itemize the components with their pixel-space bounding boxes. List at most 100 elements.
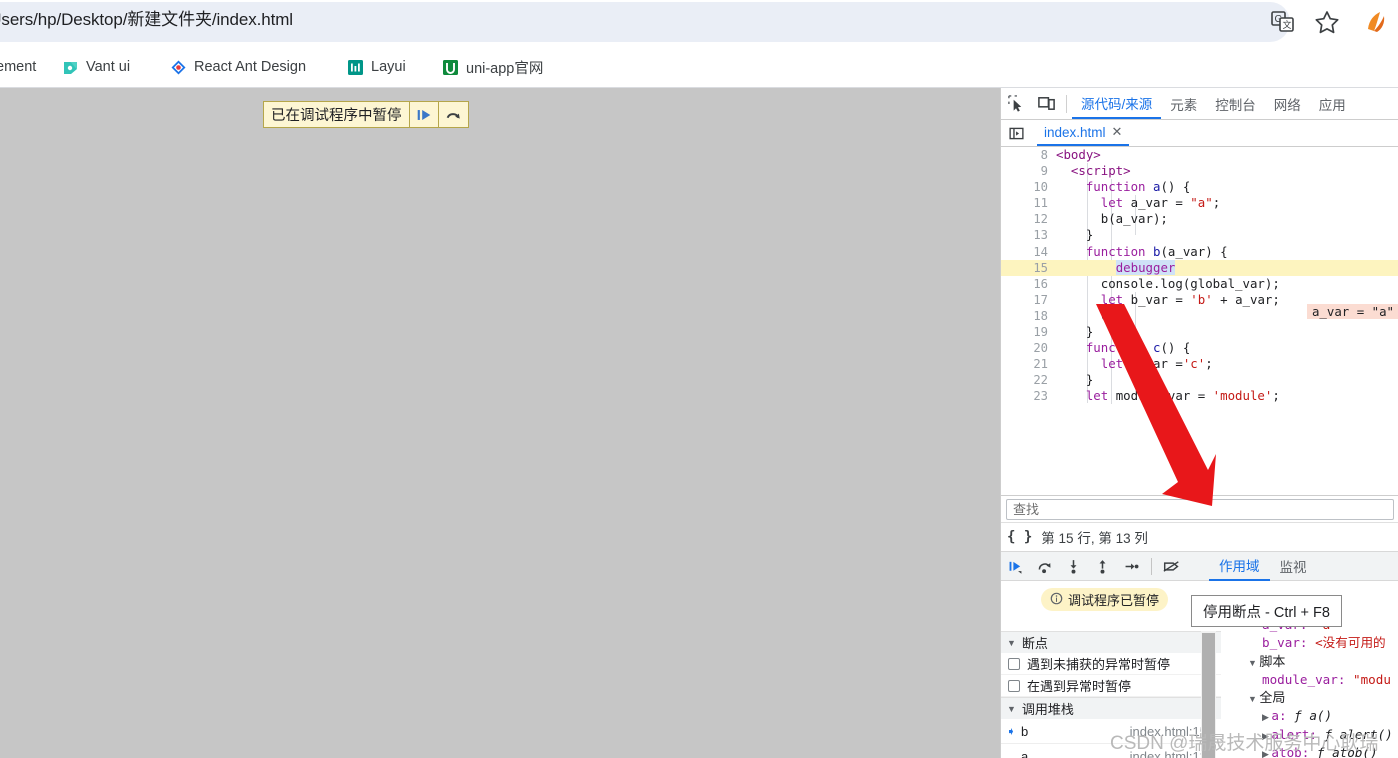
file-tab-index-html[interactable]: index.html ✕ — [1037, 120, 1130, 146]
scope-property-row[interactable]: ▶ alert: ƒ alert() — [1246, 726, 1398, 744]
react-ant-design-icon — [170, 59, 187, 76]
profile-avatar-icon[interactable] — [1360, 7, 1390, 37]
checkbox-exceptions[interactable] — [1008, 679, 1020, 692]
device-toolbar-icon[interactable] — [1031, 89, 1061, 119]
tab-sources[interactable]: 源代码/来源 — [1072, 88, 1162, 119]
pause-exceptions-row[interactable]: 在遇到异常时暂停 — [1001, 675, 1221, 697]
bookmark-item-element[interactable]: ement — [0, 55, 36, 79]
step-into-button[interactable] — [1059, 552, 1088, 581]
line-number[interactable]: 15 — [1001, 260, 1048, 276]
omnibox[interactable]: :/Users/hp/Desktop/新建文件夹/index.html — [0, 2, 1290, 42]
resume-script-button[interactable] — [1001, 552, 1030, 581]
tab-console[interactable]: 控制台 — [1206, 88, 1265, 119]
code-line[interactable]: 14 function b(a_var) { — [1001, 244, 1398, 260]
tab-watch[interactable]: 监视 — [1270, 552, 1317, 581]
code-line[interactable]: 11 let a_var = "a"; — [1001, 195, 1398, 211]
scope-property-row[interactable]: module_var: "modu — [1246, 671, 1398, 689]
line-number[interactable]: 13 — [1001, 227, 1048, 243]
line-number[interactable]: 21 — [1001, 356, 1048, 372]
code-line[interactable]: 23 let module_var = 'module'; — [1001, 388, 1398, 404]
frame-name: a — [1021, 748, 1029, 758]
code-line[interactable]: 10 function a() { — [1001, 179, 1398, 195]
code-line[interactable]: 8 <body> — [1001, 147, 1398, 163]
code-line[interactable]: 13 } — [1001, 227, 1398, 243]
line-number[interactable]: 18 — [1001, 308, 1048, 324]
banner-step-over-button[interactable] — [439, 102, 468, 127]
scope-group-label: 脚本 — [1259, 653, 1286, 669]
code-line[interactable]: 12 b(a_var); — [1001, 211, 1398, 227]
chevron-down-icon: ▼ — [1248, 657, 1260, 668]
line-number[interactable]: 20 — [1001, 340, 1048, 356]
callstack-frame[interactable]: a index.html:12 — [1001, 744, 1221, 758]
step-button[interactable] — [1117, 552, 1146, 581]
scope-property-row[interactable]: b_var: <没有可用的 — [1246, 634, 1398, 652]
line-number[interactable]: 11 — [1001, 195, 1048, 211]
line-number[interactable]: 10 — [1001, 179, 1048, 195]
chevron-right-icon[interactable]: ▶ — [1262, 731, 1271, 741]
code-line[interactable]: 19 } — [1001, 324, 1398, 340]
code-line[interactable]: 16 console.log(global_var); — [1001, 276, 1398, 292]
bookmark-star-icon[interactable] — [1312, 7, 1342, 37]
breakpoints-section-title: 断点 — [1021, 636, 1048, 651]
paused-badge-label: 调试程序已暂停 — [1068, 593, 1160, 608]
tab-network[interactable]: 网络 — [1265, 88, 1310, 119]
url-text: :/Users/hp/Desktop/新建文件夹/index.html — [0, 10, 293, 29]
tab-application[interactable]: 应用 — [1310, 88, 1355, 119]
bookmark-label: uni-app官网 — [466, 60, 544, 77]
bookmark-item-layui[interactable]: Layui — [347, 55, 406, 79]
scope-property-value: "modu — [1353, 671, 1391, 687]
tab-elements[interactable]: 元素 — [1161, 88, 1206, 119]
scope-property-row[interactable]: ▶ a: ƒ a() — [1246, 707, 1398, 725]
inspect-element-icon[interactable] — [1001, 89, 1031, 119]
bookmark-item-vant-ui[interactable]: Vant ui — [62, 55, 130, 79]
pause-uncaught-exceptions-row[interactable]: 遇到未捕获的异常时暂停 — [1001, 653, 1221, 675]
chevron-down-icon: ▼ — [1007, 703, 1016, 714]
frame-location: index.html:12 — [1129, 748, 1207, 758]
line-number[interactable]: 23 — [1001, 388, 1048, 404]
line-number[interactable]: 14 — [1001, 244, 1048, 260]
editor-status-row: { } 第 15 行, 第 13 列 — [1001, 522, 1398, 551]
bookmark-item-uni-app[interactable]: uni-app官网 — [442, 55, 543, 79]
banner-resume-button[interactable] — [410, 102, 439, 127]
url-bar-row: :/Users/hp/Desktop/新建文件夹/index.html G 文 — [0, 0, 1398, 45]
scope-property-name: atob: — [1271, 745, 1317, 758]
line-number[interactable]: 12 — [1001, 211, 1048, 227]
breakpoints-scrollbar-thumb[interactable] — [1202, 633, 1215, 758]
chevron-right-icon[interactable]: ▶ — [1262, 712, 1271, 722]
scope-group-header[interactable]: ▼ 脚本 — [1246, 653, 1398, 671]
frame-name: b — [1021, 723, 1029, 739]
step-over-button[interactable] — [1030, 552, 1059, 581]
code-line[interactable]: 22 } — [1001, 372, 1398, 388]
source-code-editor[interactable]: 8 <body> 9 <script> 10 function a() {11 let… — [1001, 147, 1398, 495]
scope-property-row[interactable]: ▶ atob: ƒ atob() — [1246, 744, 1398, 758]
code-line[interactable]: 21 let c_var ='c'; — [1001, 356, 1398, 372]
callstack-frame[interactable]: ➧ b index.html:15 — [1001, 719, 1221, 744]
code-line[interactable]: 15 debugger — [1001, 259, 1398, 276]
tab-scope[interactable]: 作用域 — [1209, 552, 1270, 581]
scope-group-header[interactable]: ▼ 全局 — [1246, 689, 1398, 707]
breakpoints-section-header[interactable]: ▼ 断点 — [1001, 631, 1221, 653]
checkbox-uncaught-exceptions[interactable] — [1008, 657, 1020, 670]
step-out-button[interactable] — [1088, 552, 1117, 581]
line-number[interactable]: 17 — [1001, 292, 1048, 308]
translate-icon[interactable]: G 文 — [1268, 7, 1298, 37]
uni-app-icon — [442, 59, 459, 76]
search-input[interactable] — [1006, 498, 1394, 520]
close-icon[interactable]: ✕ — [1112, 124, 1123, 140]
callstack-section-header[interactable]: ▼ 调用堆栈 — [1001, 697, 1221, 719]
code-line[interactable]: 9 <script> — [1001, 163, 1398, 179]
bookmark-label: Layui — [371, 59, 406, 75]
line-number[interactable]: 8 — [1001, 147, 1048, 163]
line-number[interactable]: 19 — [1001, 324, 1048, 340]
line-number[interactable]: 22 — [1001, 372, 1048, 388]
deactivate-breakpoints-button[interactable] — [1157, 552, 1186, 581]
navigator-toggle-icon[interactable] — [1001, 118, 1031, 148]
pretty-print-icon[interactable]: { } — [1007, 529, 1032, 545]
bookmark-item-react-ant-design[interactable]: React Ant Design — [170, 55, 306, 79]
scope-panel: a_var: "a"b_var: <没有可用的▼ 脚本module_var: "… — [1246, 616, 1398, 758]
line-number[interactable]: 16 — [1001, 276, 1048, 292]
line-number[interactable]: 9 — [1001, 163, 1048, 179]
code-line[interactable]: 20 function c() { — [1001, 340, 1398, 356]
chevron-right-icon[interactable]: ▶ — [1262, 749, 1271, 758]
code-text: } — [1056, 324, 1094, 340]
